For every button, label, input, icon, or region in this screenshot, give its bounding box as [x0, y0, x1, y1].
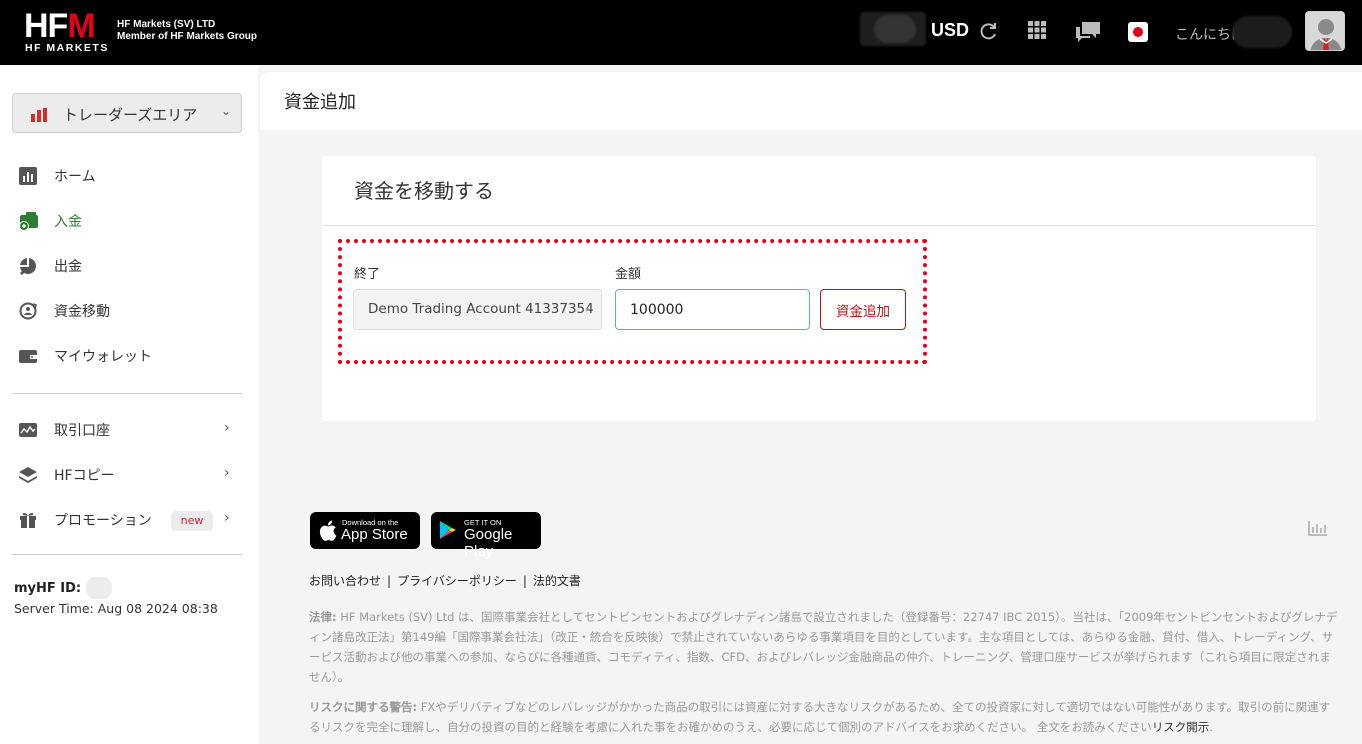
app-store-button[interactable]: Download on the App Store — [310, 512, 420, 549]
transfer-icon — [18, 301, 38, 321]
sidebar-item-promotions[interactable]: プロモーション new › — [0, 500, 258, 540]
balance-hidden — [860, 12, 926, 46]
legal-documents-link[interactable]: 法的文書 — [533, 574, 581, 588]
sidebar-item-label: ホーム — [54, 169, 96, 185]
hfm-logo[interactable]: HFM HF MARKETS — [24, 7, 110, 54]
amount-input[interactable] — [615, 289, 810, 330]
chevron-right-icon: › — [224, 465, 230, 481]
transfer-card: 資金を移動する 終了 金額 Demo Trading Account 41337… — [322, 156, 1316, 421]
card-title: 資金を移動する — [354, 179, 494, 203]
page-header: 資金追加 — [260, 72, 1362, 130]
sidebar-item-label: マイウォレット — [54, 349, 152, 365]
top-bar: HFM HF MARKETS HF Markets (SV) LTD Membe… — [0, 0, 1362, 65]
chat-icon[interactable] — [1074, 20, 1102, 42]
footer-links: お問い合わせ | プライバシーポリシー | 法的文書 — [309, 574, 581, 588]
apple-icon — [319, 520, 337, 541]
layers-icon — [18, 465, 38, 485]
google-play-icon — [440, 521, 456, 539]
myhf-id-hidden — [86, 577, 112, 599]
sidebar-item-label: 入金 — [54, 214, 82, 230]
deposit-icon — [18, 211, 38, 231]
sidebar-item-withdraw[interactable]: 出金 — [0, 246, 258, 286]
sidebar-item-label: 資金移動 — [54, 304, 110, 320]
server-time: Server Time: Aug 08 2024 08:38 — [14, 601, 218, 616]
japan-flag-icon[interactable] — [1128, 22, 1148, 42]
google-play-button[interactable]: GET IT ON Google Play — [431, 512, 541, 560]
gift-icon — [18, 510, 38, 530]
app-store-big: App Store — [341, 526, 408, 543]
bar-chart-icon[interactable] — [1308, 520, 1328, 536]
card-divider — [322, 225, 1316, 226]
new-badge: new — [171, 511, 213, 531]
selected-account: Demo Trading Account 41337354 — [368, 301, 594, 317]
chevron-down-icon: ⌄ — [220, 104, 231, 118]
add-funds-button[interactable]: 資金追加 — [820, 289, 906, 330]
traders-area-dropdown[interactable]: トレーダーズエリア ⌄ — [12, 93, 242, 133]
sidebar-item-trading-accounts[interactable]: 取引口座 › — [0, 410, 258, 450]
google-play-big: Google Play — [464, 526, 513, 560]
company-group: Member of HF Markets Group — [117, 31, 258, 42]
avatar[interactable] — [1305, 11, 1345, 51]
logo-subtext: HF MARKETS — [25, 42, 109, 54]
traders-area-label: トレーダーズエリア — [63, 106, 198, 124]
company-info: HF Markets (SV) LTD Member of HF Markets… — [117, 19, 257, 43]
wallet-icon — [18, 346, 38, 366]
chevron-right-icon: › — [224, 510, 230, 526]
myhf-id-label: myHF ID: — [14, 581, 82, 596]
sidebar-item-label: 出金 — [54, 259, 82, 275]
sidebar-item-deposit[interactable]: 入金 — [0, 201, 258, 241]
sidebar-item-label: プロモーション — [54, 513, 152, 529]
legal-notice: 法律: HF Markets (SV) Ltd は、国際事業会社としてセントビン… — [309, 607, 1339, 687]
risk-disclosure-link[interactable]: リスク開示 — [1152, 720, 1210, 734]
privacy-policy-link[interactable]: プライバシーポリシー — [397, 574, 517, 588]
sidebar-item-wallet[interactable]: マイウォレット — [0, 336, 258, 376]
sidebar-item-hfcopy[interactable]: HFコピー › — [0, 455, 258, 495]
amount-label: 金額 — [615, 267, 642, 282]
legal-label: 法律: — [309, 610, 337, 624]
sidebar-item-transfer[interactable]: 資金移動 — [0, 291, 258, 331]
refresh-icon[interactable] — [977, 20, 999, 42]
sidebar-item-label: HFコピー — [54, 468, 115, 484]
risk-warning: リスクに関する警告: FXやデリバティブなどのレバレッジがかかった商品の取引には… — [309, 700, 1331, 734]
username-hidden — [1232, 16, 1292, 48]
sidebar-item-label: 取引口座 — [54, 423, 110, 439]
to-account-label: 終了 — [354, 267, 381, 282]
risk-label: リスクに関する警告: — [309, 700, 418, 714]
logo-text: HFM — [24, 7, 96, 45]
sidebar-divider — [12, 554, 242, 555]
contact-link[interactable]: お問い合わせ — [309, 574, 381, 588]
apps-grid-icon[interactable] — [1027, 20, 1049, 42]
bar-chart-icon — [18, 166, 38, 186]
page-title: 資金追加 — [284, 92, 356, 113]
legal-text: HF Markets (SV) Ltd は、国際事業会社としてセントビンセントお… — [309, 610, 1338, 684]
sidebar-item-home[interactable]: ホーム — [0, 156, 258, 196]
to-account-select[interactable]: Demo Trading Account 41337354 — [353, 289, 602, 330]
withdraw-icon — [18, 256, 38, 276]
sidebar: トレーダーズエリア ⌄ ホーム 入金 出金 資金移動 マイウォレット 取引口座 … — [0, 65, 258, 744]
dropdown-indicator-icon — [586, 308, 589, 311]
currency-label: USD — [931, 20, 970, 40]
sidebar-divider — [12, 393, 242, 394]
chevron-right-icon: › — [224, 420, 230, 436]
bar-chart-icon — [31, 107, 47, 122]
trading-account-icon — [18, 420, 38, 440]
company-name: HF Markets (SV) LTD — [117, 19, 216, 30]
